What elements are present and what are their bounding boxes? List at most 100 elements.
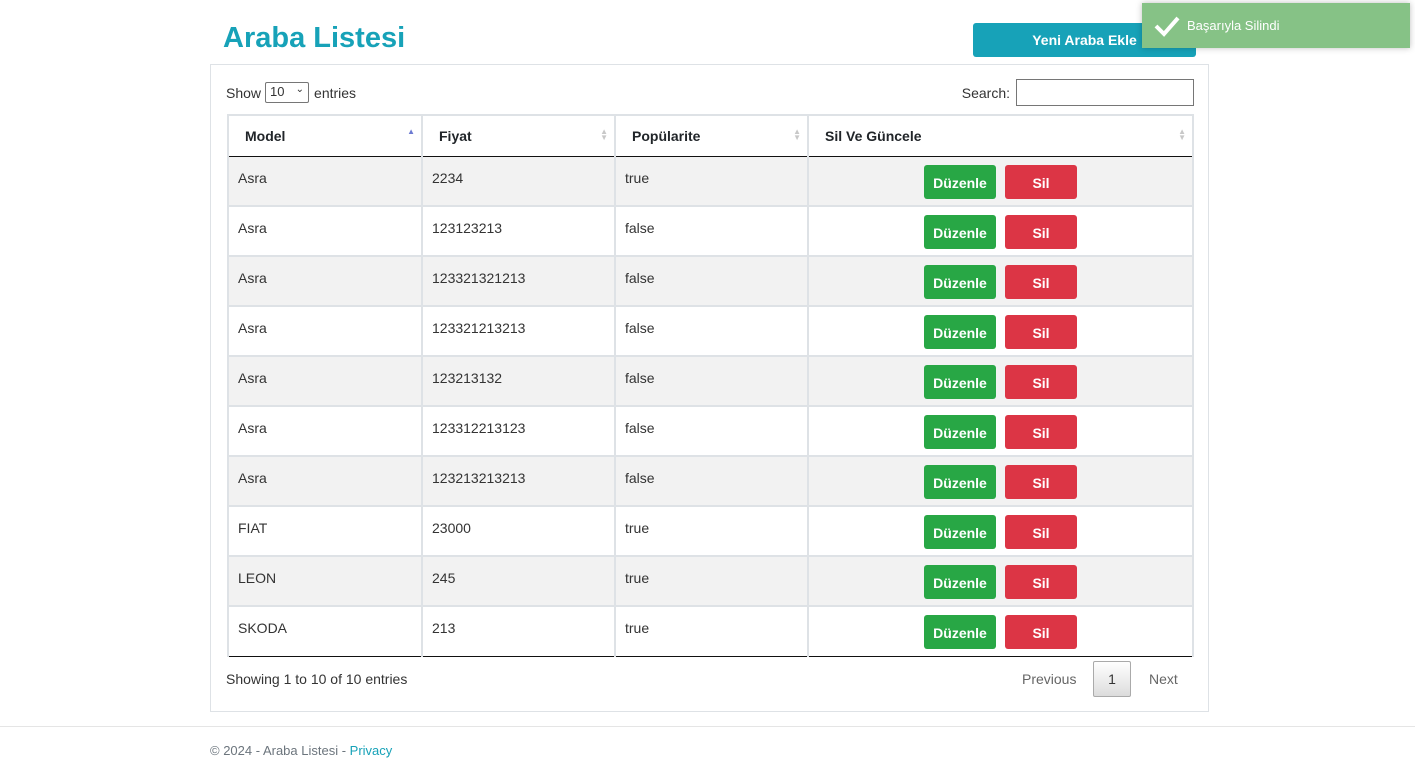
search-label: Search: — [961, 84, 1010, 101]
edit-button[interactable]: Düzenle — [924, 415, 996, 449]
edit-button[interactable]: Düzenle — [924, 465, 996, 499]
price-value: 123213213213 — [432, 470, 526, 486]
table-header-row: Model ▲ Fiyat ▲ ▼ Popülarite ▲ ▼ Sil Ve Gü… — [227, 114, 1194, 157]
price-value: 123123213 — [432, 220, 503, 236]
popularity-value: false — [625, 420, 655, 436]
delete-button[interactable]: Sil — [1005, 565, 1077, 599]
table-row: LEON 245 true Düzenle Sil — [227, 556, 1194, 607]
cell-price: 123321321213 — [421, 256, 616, 307]
cell-actions: Düzenle Sil — [807, 506, 1194, 557]
price-value: 213 — [432, 620, 456, 636]
table-info: Showing 1 to 10 of 10 entries — [226, 671, 408, 687]
search-input[interactable] — [1016, 79, 1194, 106]
table-row: FIAT 23000 true Düzenle Sil — [227, 506, 1194, 557]
show-label: Show — [226, 84, 262, 101]
edit-button[interactable]: Düzenle — [924, 565, 996, 599]
table-row: Asra 123312213123 false Düzenle Sil — [227, 406, 1194, 457]
cell-price: 213 — [421, 606, 616, 657]
cell-model: Asra — [227, 456, 423, 507]
length-value: 10 — [270, 84, 285, 99]
delete-button[interactable]: Sil — [1005, 215, 1077, 249]
cell-actions: Düzenle Sil — [807, 356, 1194, 407]
cell-model: Asra — [227, 256, 423, 307]
edit-button[interactable]: Düzenle — [924, 164, 996, 199]
popularity-value: false — [625, 370, 655, 386]
check-icon — [1154, 16, 1180, 37]
previous-page-button[interactable]: Previous — [1022, 671, 1076, 687]
model-value: Asra — [238, 470, 267, 486]
chevron-down-icon: ⌄ — [295, 84, 305, 95]
cell-model: SKODA — [227, 606, 423, 657]
edit-button[interactable]: Düzenle — [924, 515, 996, 549]
edit-button[interactable]: Düzenle — [924, 315, 996, 349]
model-value: Asra — [238, 420, 267, 436]
cell-model: LEON — [227, 556, 423, 607]
cell-popularity: false — [614, 356, 809, 407]
delete-button[interactable]: Sil — [1005, 465, 1077, 499]
table-row: Asra 123321321213 false Düzenle Sil — [227, 256, 1194, 307]
table-row: Asra 2234 true Düzenle Sil — [227, 156, 1194, 207]
cell-price: 123321213213 — [421, 306, 616, 357]
cell-actions: Düzenle Sil — [807, 256, 1194, 307]
cell-actions: Düzenle Sil — [807, 406, 1194, 457]
cell-popularity: false — [614, 206, 809, 257]
column-header-price[interactable]: Fiyat ▲ ▼ — [421, 114, 616, 157]
cell-actions: Düzenle Sil — [807, 606, 1194, 657]
price-value: 23000 — [432, 520, 471, 536]
length-select[interactable]: 10 ⌄ — [265, 82, 310, 103]
sort-ascending-icon: ▲ — [407, 127, 415, 136]
cell-popularity: true — [614, 606, 809, 657]
table-row: Asra 123213132 false Düzenle Sil — [227, 356, 1194, 407]
length-control: Show 10 ⌄ entries — [226, 82, 356, 103]
cell-price: 23000 — [421, 506, 616, 557]
cell-popularity: true — [614, 156, 809, 207]
delete-button[interactable]: Sil — [1005, 365, 1077, 399]
popularity-value: false — [625, 220, 655, 236]
cell-model: Asra — [227, 406, 423, 457]
delete-button[interactable]: Sil — [1005, 515, 1077, 549]
popularity-value: false — [625, 270, 655, 286]
cell-popularity: false — [614, 256, 809, 307]
page-button-1[interactable]: 1 — [1093, 661, 1131, 697]
cell-popularity: true — [614, 556, 809, 607]
delete-button[interactable]: Sil — [1005, 164, 1077, 199]
popularity-value: true — [625, 570, 650, 586]
cell-popularity: false — [614, 456, 809, 507]
delete-button[interactable]: Sil — [1005, 265, 1077, 299]
edit-button[interactable]: Düzenle — [924, 265, 996, 299]
sort-both-icon: ▲ ▼ — [793, 127, 801, 142]
delete-button[interactable]: Sil — [1005, 315, 1077, 349]
column-header-actions[interactable]: Sil Ve Güncele ▲ ▼ — [807, 114, 1194, 157]
table-row: Asra 123213213213 false Düzenle Sil — [227, 456, 1194, 507]
popularity-value: true — [625, 169, 650, 186]
model-value: Asra — [238, 220, 267, 236]
cell-actions: Düzenle Sil — [807, 456, 1194, 507]
cell-actions: Düzenle Sil — [807, 206, 1194, 257]
model-value: Asra — [238, 270, 267, 286]
popularity-value: true — [625, 520, 650, 536]
next-page-button[interactable]: Next — [1149, 671, 1178, 687]
column-label: Popülarite — [632, 127, 701, 144]
cell-price: 123213213213 — [421, 456, 616, 507]
table-card: Show 10 ⌄ entries Search: Model ▲ Fiyat … — [210, 64, 1209, 712]
cell-model: Asra — [227, 156, 423, 207]
delete-button[interactable]: Sil — [1005, 615, 1077, 649]
cell-price: 2234 — [421, 156, 616, 207]
price-value: 123213132 — [432, 370, 503, 386]
cell-price: 245 — [421, 556, 616, 607]
edit-button[interactable]: Düzenle — [924, 615, 996, 649]
column-header-popularity[interactable]: Popülarite ▲ ▼ — [614, 114, 809, 157]
cell-price: 123312213123 — [421, 406, 616, 457]
entries-label: entries — [314, 84, 357, 101]
delete-button[interactable]: Sil — [1005, 415, 1077, 449]
edit-button[interactable]: Düzenle — [924, 365, 996, 399]
popularity-value: true — [625, 620, 650, 636]
cell-popularity: false — [614, 306, 809, 357]
sort-both-icon: ▲ ▼ — [1178, 127, 1186, 142]
column-label: Model — [245, 127, 286, 144]
column-header-model[interactable]: Model ▲ — [227, 114, 423, 157]
table-body: Asra 2234 true Düzenle Sil Asra 123123213 false… — [227, 156, 1194, 657]
cell-model: Asra — [227, 306, 423, 357]
popularity-value: false — [625, 320, 655, 336]
edit-button[interactable]: Düzenle — [924, 215, 996, 249]
